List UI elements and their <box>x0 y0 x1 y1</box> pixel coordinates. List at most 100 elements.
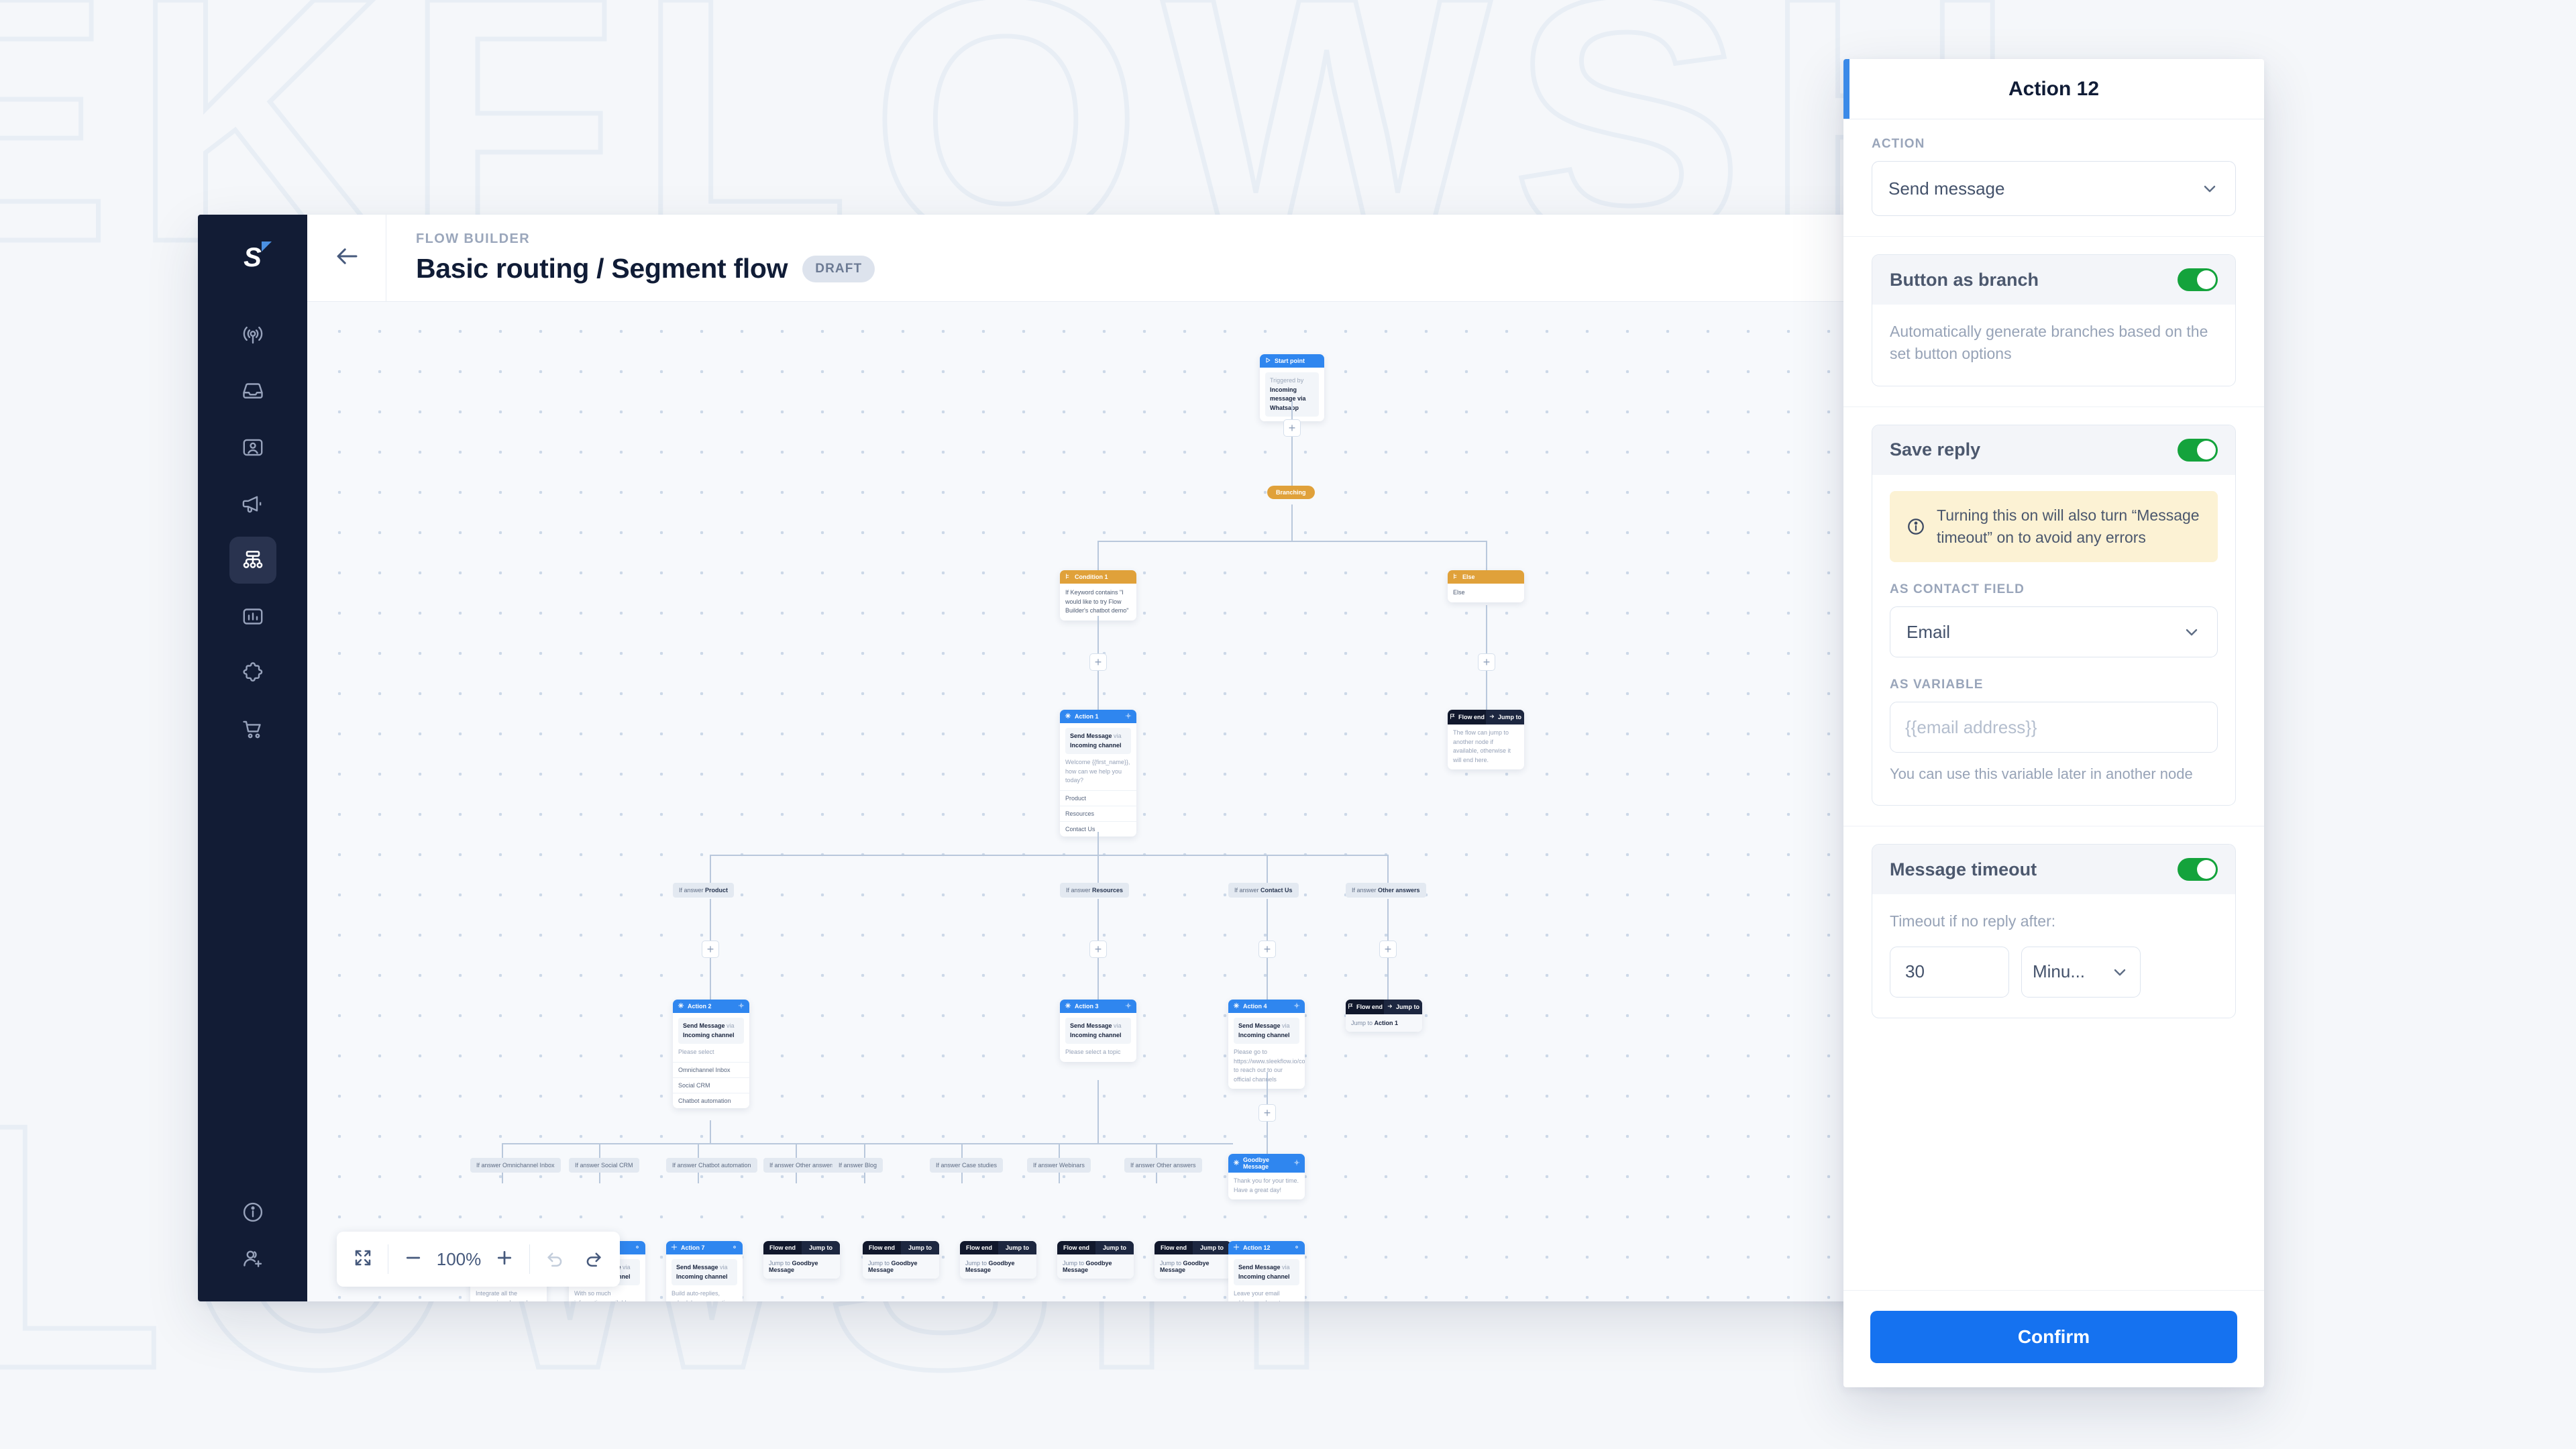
branch-chip[interactable]: If answer Blog <box>833 1158 883 1173</box>
zoom-out-button[interactable] <box>394 1240 433 1279</box>
branch-chip[interactable]: If answer Webinars <box>1027 1158 1091 1173</box>
flow-node-condition-else[interactable]: Else Else <box>1448 570 1524 602</box>
fit-to-screen-button[interactable] <box>343 1240 382 1279</box>
tab-jump-to[interactable]: Jump to <box>998 1241 1036 1254</box>
timeout-amount-input[interactable]: 30 <box>1890 946 2009 998</box>
add-node-button[interactable]: + <box>1258 941 1276 958</box>
node-settings-icon[interactable] <box>1125 712 1132 720</box>
page-title: Basic routing / Segment flow <box>416 253 788 284</box>
jump-target: Jump to Goodbye Message <box>763 1254 840 1279</box>
flow-node-branching[interactable]: Branching <box>1267 486 1315 499</box>
add-node-button[interactable]: + <box>1258 1104 1276 1122</box>
tab-jump-to[interactable]: Jump to <box>1384 1000 1422 1014</box>
node-settings-icon[interactable] <box>1125 1002 1132 1010</box>
branch-chip[interactable]: If answer Other answers <box>763 1158 841 1173</box>
contact-field-select[interactable]: Email <box>1890 606 2218 658</box>
node-settings-icon[interactable] <box>634 1244 641 1252</box>
sidebar-item-inbox[interactable] <box>229 368 276 415</box>
sidebar-item-analytics[interactable] <box>229 593 276 640</box>
tab-flow-end[interactable]: Flow end <box>1057 1241 1095 1254</box>
save-reply-toggle[interactable] <box>2178 438 2218 462</box>
back-button[interactable] <box>307 215 386 301</box>
variable-input[interactable]: {{email address}} <box>1890 702 2218 753</box>
tab-flow-end[interactable]: Flow end <box>763 1241 802 1254</box>
timeout-unit-select[interactable]: Minu... <box>2021 946 2141 998</box>
branch-chip[interactable]: If answer Contact Us <box>1228 883 1299 898</box>
flow-node-jump-2[interactable]: Flow end Jump to Jump to Goodbye Message <box>863 1241 939 1279</box>
sidebar-item-contacts[interactable] <box>229 424 276 471</box>
tab-jump-to[interactable]: Jump to <box>1095 1241 1134 1254</box>
flow-node-jump-1[interactable]: Flow end Jump to Jump to Goodbye Message <box>763 1241 840 1279</box>
sidebar-item-commerce[interactable] <box>229 706 276 753</box>
sidebar-item-help[interactable] <box>229 1189 276 1236</box>
tab-jump-to[interactable]: Jump to <box>1486 710 1524 724</box>
redo-button[interactable] <box>574 1240 613 1279</box>
action-select[interactable]: Send message <box>1872 161 2236 216</box>
flow-node-action-3[interactable]: Action 3 Send Message via Incoming chann… <box>1060 1000 1136 1062</box>
flow-canvas[interactable]: Start point Triggered by Incoming messag… <box>307 302 2070 1301</box>
node-settings-icon[interactable] <box>738 1002 745 1010</box>
action-2-option[interactable]: Omnichannel Inbox <box>673 1061 749 1077</box>
tab-jump-to[interactable]: Jump to <box>1193 1241 1231 1254</box>
branch-chip[interactable]: If answer Case studies <box>930 1158 1004 1173</box>
action-2-option[interactable]: Chatbot automation <box>673 1092 749 1108</box>
save-reply-card: Save reply Turning this on will also tur… <box>1872 424 2236 806</box>
app-logo[interactable]: S <box>229 232 277 283</box>
message-timeout-section: Message timeout Timeout if no reply afte… <box>1843 826 2264 1038</box>
confirm-button[interactable]: Confirm <box>1870 1311 2237 1363</box>
add-node-button[interactable]: + <box>1379 941 1397 958</box>
flow-node-jump-4[interactable]: Flow end Jump to Jump to Goodbye Message <box>1057 1241 1134 1279</box>
tab-flow-end[interactable]: Flow end <box>960 1241 998 1254</box>
branch-chip[interactable]: If answer Product <box>673 883 735 898</box>
flow-node-flow-end-2[interactable]: Flow end Jump to Jump to Action 1 <box>1346 1000 1422 1032</box>
add-node-button[interactable]: + <box>1089 941 1107 958</box>
add-node-button[interactable]: + <box>1283 419 1301 437</box>
branch-chip[interactable]: If answer Omnichannel Inbox <box>470 1158 561 1173</box>
action-1-option[interactable]: Product <box>1060 790 1136 806</box>
flow-node-condition-1[interactable]: Condition 1 If Keyword contains "I would… <box>1060 570 1136 621</box>
flow-node-action-7[interactable]: Action 7 Send Message via Incoming chann… <box>666 1241 743 1301</box>
node-settings-icon[interactable] <box>1293 1159 1300 1167</box>
button-as-branch-toggle[interactable] <box>2178 268 2218 291</box>
node-settings-icon[interactable] <box>1293 1244 1300 1252</box>
branch-chip[interactable]: If answer Resources <box>1060 883 1130 898</box>
zoom-in-button[interactable] <box>485 1240 524 1279</box>
status-badge: DRAFT <box>802 255 875 282</box>
add-node-button[interactable]: + <box>702 941 719 958</box>
flow-node-action-12[interactable]: Action 12 Send Message via Incoming chan… <box>1228 1241 1305 1301</box>
flow-node-flow-end-1[interactable]: Flow end Jump to The flow can jump to an… <box>1448 710 1524 769</box>
flow-node-action-1[interactable]: Action 1 Send Message via Incoming chann… <box>1060 710 1136 837</box>
action-1-option[interactable]: Resources <box>1060 805 1136 821</box>
action-2-option[interactable]: Social CRM <box>673 1077 749 1093</box>
plus-icon <box>494 1248 515 1271</box>
edge <box>502 1143 918 1144</box>
tab-flow-end[interactable]: Flow end <box>863 1241 901 1254</box>
node-settings-icon[interactable] <box>731 1244 738 1252</box>
undo-button[interactable] <box>535 1240 574 1279</box>
tab-jump-to[interactable]: Jump to <box>802 1241 840 1254</box>
flow-node-action-2[interactable]: Action 2 Send Message via Incoming chann… <box>673 1000 749 1108</box>
jump-label: Jump to <box>965 1260 987 1267</box>
tab-flow-end[interactable]: Flow end <box>1155 1241 1193 1254</box>
sidebar-item-invite-user[interactable] <box>229 1245 276 1292</box>
flow-node-goodbye[interactable]: Goodbye Message Thank you for your time.… <box>1228 1154 1305 1199</box>
tab-flow-end[interactable]: Flow end <box>1448 710 1486 724</box>
flow-node-jump-3[interactable]: Flow end Jump to Jump to Goodbye Message <box>960 1241 1036 1279</box>
sidebar-item-integrations[interactable] <box>229 649 276 696</box>
action-icon <box>1065 712 1071 720</box>
branch-chip[interactable]: If answer Social CRM <box>569 1158 639 1173</box>
message-timeout-toggle[interactable] <box>2178 858 2218 881</box>
sidebar-item-broadcast[interactable] <box>229 311 276 358</box>
tab-jump-to[interactable]: Jump to <box>901 1241 939 1254</box>
add-node-button[interactable]: + <box>1089 653 1107 671</box>
variable-field-label: AS VARIABLE <box>1890 678 1984 692</box>
tab-flow-end[interactable]: Flow end <box>1346 1000 1384 1014</box>
add-node-button[interactable]: + <box>1478 653 1495 671</box>
flow-node-jump-5[interactable]: Flow end Jump to Jump to Goodbye Message <box>1155 1241 1231 1279</box>
branch-chip[interactable]: If answer Chatbot automation <box>666 1158 757 1173</box>
sidebar-item-flow-builder[interactable] <box>229 537 276 584</box>
node-settings-icon[interactable] <box>1293 1002 1300 1010</box>
sidebar-item-campaigns[interactable] <box>229 480 276 527</box>
branch-chip[interactable]: If answer Other answers <box>1346 883 1426 898</box>
branch-chip[interactable]: If answer Other answers <box>1124 1158 1202 1173</box>
